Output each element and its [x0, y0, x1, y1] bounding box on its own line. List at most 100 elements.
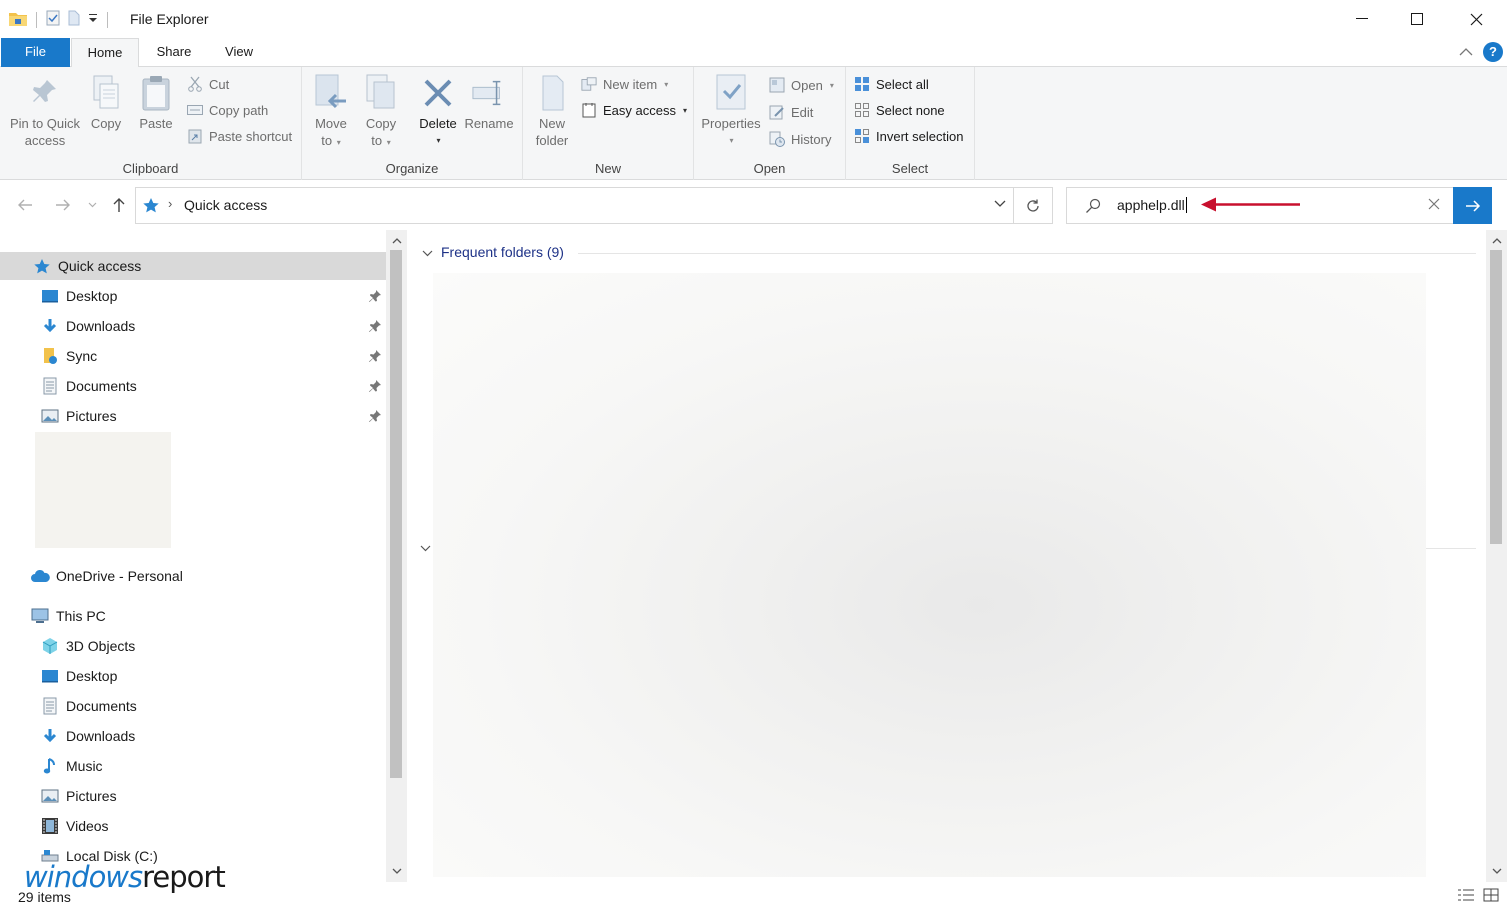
recent-files-chevron-down-icon[interactable] [420, 540, 431, 555]
invert-selection-label: Invert selection [876, 128, 964, 144]
delete-button[interactable]: Delete ▾ [417, 73, 459, 149]
music-note-icon [40, 756, 60, 776]
new-folder-button[interactable]: New folder [531, 73, 573, 149]
pin-label-line2: access [24, 133, 66, 148]
easy-access-button[interactable]: Easy access ▾ [581, 99, 687, 121]
customize-qat-dropdown-icon[interactable] [87, 12, 99, 27]
window-title: File Explorer [130, 11, 209, 27]
cut-button[interactable]: Cut [187, 73, 229, 95]
move-to-label-line1: Move [315, 116, 347, 131]
minimize-button[interactable] [1333, 0, 1391, 38]
tab-home[interactable]: Home [71, 38, 139, 68]
desktop-icon [40, 666, 60, 686]
tab-view[interactable]: View [208, 38, 270, 67]
properties-qat-icon[interactable] [45, 10, 61, 29]
nav-pc-documents[interactable]: Documents [0, 692, 386, 720]
edit-button[interactable]: Edit [769, 101, 813, 123]
copy-icon [89, 73, 123, 113]
select-none-button[interactable]: Select none [854, 99, 945, 121]
clear-search-icon[interactable] [1427, 197, 1441, 214]
scissors-icon [187, 76, 203, 92]
nav-qa-pictures[interactable]: Pictures [0, 402, 386, 430]
maximize-button[interactable] [1388, 0, 1446, 38]
nav-quick-access[interactable]: Quick access [0, 252, 386, 280]
details-view-icon[interactable] [1457, 888, 1475, 905]
paste-shortcut-button[interactable]: Paste shortcut [187, 125, 292, 147]
history-button[interactable]: History [769, 128, 831, 150]
refresh-button[interactable] [1013, 188, 1052, 223]
search-go-button[interactable] [1453, 187, 1492, 224]
scroll-down-arrow-icon[interactable] [386, 862, 407, 880]
navigation-pane-scroll-thumb[interactable] [390, 250, 402, 778]
invert-selection-button[interactable]: Invert selection [854, 125, 963, 147]
cut-label: Cut [209, 76, 230, 92]
easy-access-dropdown-icon: ▾ [682, 105, 687, 115]
nav-qa-documents-label: Documents [66, 378, 137, 394]
nav-this-pc[interactable]: This PC [0, 602, 386, 630]
tab-share[interactable]: Share [140, 38, 208, 67]
content-scrollbar[interactable] [1486, 230, 1507, 882]
recent-locations-dropdown[interactable] [84, 194, 100, 216]
breadcrumb-chevron-icon[interactable]: › [168, 196, 172, 211]
delete-dropdown-icon[interactable]: ▾ [436, 132, 440, 149]
back-button[interactable] [14, 194, 36, 216]
pin-to-quick-access-button[interactable]: Pin to Quick access [8, 73, 82, 149]
nav-pc-desktop[interactable]: Desktop [0, 662, 386, 690]
nav-pc-documents-label: Documents [66, 698, 137, 714]
new-folder-qat-icon[interactable] [67, 10, 81, 29]
history-label: History [791, 131, 832, 147]
navigation-pane-scrollbar[interactable] [386, 230, 407, 882]
frequent-folders-label: Frequent folders (9) [441, 244, 564, 260]
frequent-folders-header[interactable]: Frequent folders (9) [422, 244, 564, 260]
annotation-arrow-icon [1201, 197, 1300, 212]
tab-file[interactable]: File [1, 38, 70, 67]
nav-qa-sync-label: Sync [66, 348, 98, 364]
copy-to-label-line2-text: to [371, 133, 383, 148]
properties-dropdown-icon[interactable]: ▾ [729, 132, 733, 149]
chevron-down-icon [422, 244, 433, 260]
copy-to-button[interactable]: Copy to ▾ [360, 73, 402, 151]
search-input[interactable]: apphelp.dll [1117, 197, 1187, 213]
view-switcher [1457, 888, 1499, 905]
paste-button[interactable]: Paste [136, 73, 176, 132]
nav-qa-downloads[interactable]: Downloads [0, 312, 386, 340]
nav-qa-sync[interactable]: Sync [0, 342, 386, 370]
breadcrumb-quick-access[interactable]: Quick access [184, 197, 267, 213]
new-item-label: New item [603, 76, 658, 92]
pin-icon[interactable] [368, 349, 382, 366]
nav-pc-downloads[interactable]: Downloads [0, 722, 386, 750]
copy-path-button[interactable]: Copy path [187, 99, 268, 121]
move-to-button[interactable]: Move to ▾ [310, 73, 352, 151]
nav-qa-desktop[interactable]: Desktop [0, 282, 386, 310]
nav-pc-pictures[interactable]: Pictures [0, 782, 386, 810]
scroll-up-arrow-icon[interactable] [386, 232, 407, 250]
help-button[interactable]: ? [1483, 42, 1503, 62]
nav-pc-3d-objects[interactable]: 3D Objects [0, 632, 386, 660]
close-button[interactable] [1447, 0, 1505, 38]
large-icons-view-icon[interactable] [1483, 888, 1499, 905]
address-bar[interactable]: › Quick access [135, 187, 1053, 224]
select-all-button[interactable]: Select all [854, 73, 929, 95]
3d-objects-cube-icon [40, 636, 60, 656]
content-scroll-thumb[interactable] [1490, 250, 1502, 544]
scroll-down-arrow-icon[interactable] [1486, 862, 1507, 880]
properties-button[interactable]: Properties ▾ [700, 73, 762, 149]
scroll-up-arrow-icon[interactable] [1486, 232, 1507, 250]
open-button[interactable]: Open ▾ [769, 74, 834, 96]
pin-icon[interactable] [368, 379, 382, 396]
pin-icon[interactable] [368, 289, 382, 306]
copy-button[interactable]: Copy [86, 73, 126, 132]
rename-button[interactable]: Rename [464, 73, 514, 132]
pin-icon[interactable] [368, 409, 382, 426]
quick-access-star-icon [32, 256, 52, 276]
nav-pc-music[interactable]: Music [0, 752, 386, 780]
collapse-ribbon-chevron-icon[interactable] [1459, 45, 1473, 60]
up-button[interactable] [108, 194, 130, 216]
new-item-button[interactable]: New item ▾ [581, 73, 668, 95]
nav-qa-documents[interactable]: Documents [0, 372, 386, 400]
nav-pc-videos[interactable]: Videos [0, 812, 386, 840]
pin-icon[interactable] [368, 319, 382, 336]
nav-onedrive[interactable]: OneDrive - Personal [0, 562, 386, 590]
address-history-dropdown-icon[interactable] [994, 196, 1006, 211]
forward-button[interactable] [52, 194, 74, 216]
